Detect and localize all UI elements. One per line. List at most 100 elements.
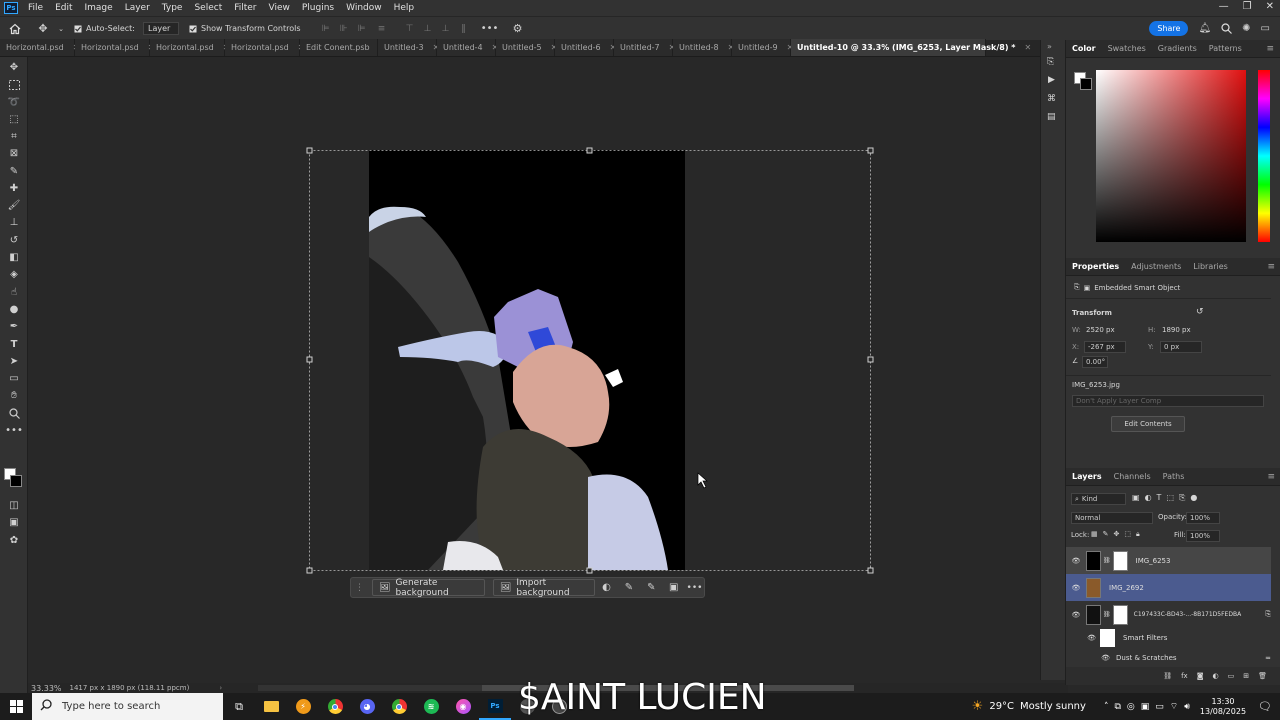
width-value[interactable]: 2520 px (1086, 326, 1115, 334)
blend-mode-select[interactable]: Normal (1071, 512, 1153, 524)
network-icon[interactable]: ⌔ (1170, 701, 1178, 712)
layer-row[interactable]: 👁︎ ⛓ IMG_6253 (1066, 547, 1271, 574)
brush-icon[interactable]: ✎ (618, 582, 640, 593)
link-icon[interactable]: ⛓ (1103, 611, 1111, 618)
tab-document[interactable]: Untitled-3 ✕ (378, 39, 439, 56)
new-layer-icon[interactable]: ⊞ (1243, 672, 1249, 680)
clock[interactable]: 13:30 13/08/2025 (1200, 697, 1246, 717)
tab-document[interactable]: Untitled-9 ✕ (732, 39, 793, 56)
winamp-icon[interactable]: ⚡ (287, 693, 319, 720)
filter-pixel-icon[interactable]: ▣ (1132, 493, 1140, 503)
eye-icon[interactable]: 👁︎ (1066, 654, 1116, 662)
align-left-icon[interactable]: ⊫ (317, 24, 335, 34)
close-icon[interactable]: ✕ (1266, 1, 1274, 12)
filter-shape-icon[interactable]: ⬚ (1166, 493, 1174, 503)
trash-icon[interactable]: 🗑︎ (1258, 672, 1267, 680)
eye-icon[interactable]: 👁︎ (1066, 557, 1086, 565)
share-button[interactable]: Share (1149, 21, 1189, 36)
workspace-icon[interactable]: ▭ (1261, 23, 1270, 34)
chrome-profile-icon[interactable] (383, 693, 415, 720)
lock-transparency-icon[interactable]: ▦ (1091, 530, 1098, 539)
align-center-icon[interactable]: ⊪ (335, 24, 353, 34)
smart-filter-mask-thumbnail[interactable] (1100, 629, 1115, 647)
auto-select-checkbox[interactable] (72, 25, 84, 33)
y-position-field[interactable]: 0 px (1160, 341, 1202, 353)
tab-properties[interactable]: Properties (1066, 262, 1125, 271)
crop-tool-icon[interactable]: ⌗ (6, 129, 22, 143)
zoom-level[interactable]: 33.33% (31, 684, 62, 693)
volume-icon[interactable]: 🔊︎ (1184, 702, 1190, 712)
lock-pixels-icon[interactable]: ✎ (1103, 530, 1109, 539)
mask-brush-icon[interactable]: ◐ (595, 582, 617, 593)
brush-add-icon[interactable]: ✎ (640, 582, 662, 593)
quick-mask-icon[interactable]: ◫ (6, 498, 22, 512)
panel-menu-icon[interactable]: ≡ (1267, 262, 1275, 272)
dodge-tool-icon[interactable]: ● (6, 302, 22, 316)
weather-sun-icon[interactable]: ☀ (972, 699, 984, 714)
drag-handle-icon[interactable]: ⋮ (355, 583, 364, 593)
filter-row[interactable]: 👁︎ Dust & Scratches ≂ (1066, 649, 1271, 667)
opacity-field[interactable]: 100% (1186, 512, 1220, 524)
height-value[interactable]: 1890 px (1162, 326, 1191, 334)
import-background-button[interactable]: 🖼︎ Import background (492, 578, 596, 598)
tray-app-icon[interactable]: ◎ (1127, 702, 1135, 712)
frame-tool-icon[interactable]: ⊠ (6, 146, 22, 160)
play-icon[interactable]: ▶ (1048, 75, 1055, 85)
zoom-tool-icon[interactable] (6, 406, 22, 420)
windows-start-icon[interactable] (0, 693, 32, 720)
gen-fill-icon[interactable]: ✿ (6, 533, 22, 547)
tab-layers[interactable]: Layers (1066, 472, 1108, 481)
menu-filter[interactable]: Filter (228, 3, 262, 13)
tab-document[interactable]: Horizontal.psd✕ (0, 39, 79, 56)
eye-icon[interactable]: 👁︎ (1066, 634, 1100, 642)
lock-position-icon[interactable]: ✥ (1114, 530, 1120, 539)
layer-mask-thumbnail[interactable] (1112, 604, 1128, 625)
eye-icon[interactable]: 👁︎ (1066, 584, 1086, 592)
collapse-icon[interactable]: » (1047, 42, 1052, 51)
layer-mask-thumbnail[interactable] (1112, 550, 1128, 571)
search-icon[interactable] (1221, 23, 1233, 34)
tab-document[interactable]: Horizontal.psd✕ (225, 39, 304, 56)
auto-select-dropdown[interactable]: Layer (142, 22, 179, 35)
link-layers-icon[interactable]: ⛓ (1163, 672, 1172, 680)
link-icon[interactable]: ⛓ (1103, 557, 1111, 564)
discover-icon[interactable]: ✺ (1242, 23, 1250, 34)
hand-tool-icon[interactable]: ✋︎ (6, 388, 22, 402)
align-middle-icon[interactable]: ⊥ (419, 24, 437, 34)
menu-layer[interactable]: Layer (119, 3, 156, 13)
fill-field[interactable]: 100% (1186, 530, 1220, 542)
battery-icon[interactable]: ▭ (1155, 702, 1164, 712)
comment-icon[interactable]: ▤ (1047, 112, 1056, 122)
history-icon[interactable]: ⎘ (1047, 57, 1054, 67)
tab-document-active[interactable]: Untitled-10 @ 33.3% (IMG_6253, Layer Mas… (791, 39, 1031, 56)
filter-adjustment-icon[interactable]: ◐ (1145, 493, 1152, 503)
photoshop-taskbar-icon[interactable]: Ps (479, 693, 511, 720)
menu-view[interactable]: View (263, 3, 296, 13)
tab-channels[interactable]: Channels (1108, 472, 1157, 481)
tab-color[interactable]: Color (1066, 44, 1102, 53)
transform-controls-checkbox[interactable] (187, 25, 199, 33)
move-tool-icon[interactable]: ✥ (30, 22, 56, 35)
distribute-icon[interactable]: ≡ (371, 24, 393, 34)
type-tool-icon[interactable]: T (6, 337, 22, 351)
rectangle-tool-icon[interactable]: ▭ (6, 371, 22, 385)
layer-row[interactable]: 👁︎ ⛓ C197433C-BD43-...-8B171D5FEDBA ⎘ (1066, 601, 1271, 628)
color-field[interactable] (1096, 70, 1246, 242)
x-position-field[interactable]: -267 px (1084, 341, 1126, 353)
spotify-icon[interactable]: ≋ (415, 693, 447, 720)
chevron-up-icon[interactable]: ˄ (1104, 702, 1109, 712)
align-bottom-icon[interactable]: ⊥ (437, 24, 455, 34)
background-color-swatch[interactable] (1080, 78, 1092, 90)
home-icon[interactable] (0, 23, 30, 35)
history-brush-icon[interactable]: ↺ (6, 233, 22, 247)
new-group-icon[interactable]: ▭ (1228, 672, 1235, 680)
more-tools-icon[interactable]: ••• (5, 423, 23, 437)
menu-plugins[interactable]: Plugins (296, 3, 340, 13)
tab-document[interactable]: Horizontal.psd✕ (75, 39, 154, 56)
object-selection-icon[interactable]: ⬚ (6, 112, 22, 126)
file-explorer-icon[interactable] (255, 693, 287, 720)
menu-type[interactable]: Type (156, 3, 189, 13)
tab-document[interactable]: Untitled-7 ✕ (614, 39, 675, 56)
menu-image[interactable]: Image (79, 3, 119, 13)
distribute-vertical-icon[interactable]: ‖ (455, 24, 473, 34)
